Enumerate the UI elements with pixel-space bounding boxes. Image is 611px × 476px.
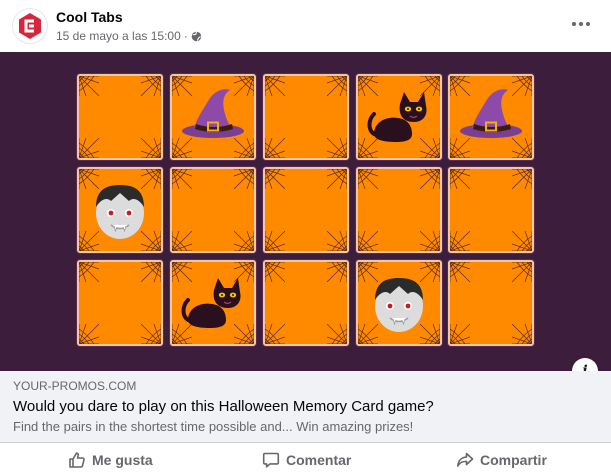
spider-web-icon (265, 231, 285, 251)
spider-web-icon (265, 76, 285, 96)
black-cat-icon (367, 92, 427, 142)
link-preview[interactable]: YOUR-PROMOS.COM Would you dare to play o… (0, 371, 611, 442)
spider-web-icon (512, 169, 532, 189)
spider-web-icon (327, 138, 347, 158)
spider-web-icon (327, 231, 347, 251)
spider-web-icon (327, 76, 347, 96)
vampire-icon (96, 185, 144, 239)
post-meta: 15 de mayo a las 15:00 · (56, 29, 202, 43)
spider-web-icon (420, 231, 440, 251)
cool-tabs-logo-icon (19, 13, 41, 39)
spider-web-icon (172, 169, 192, 189)
spider-web-icon (79, 324, 99, 344)
share-arrow-icon (457, 452, 474, 467)
page-avatar[interactable] (12, 8, 48, 44)
spider-web-icon (265, 262, 285, 282)
spider-web-icon (450, 231, 470, 251)
spider-web-icon (141, 76, 161, 96)
black-cat-icon (181, 278, 241, 328)
spider-web-icon (265, 169, 285, 189)
share-label: Compartir (480, 452, 547, 468)
spider-web-icon (358, 231, 378, 251)
link-description: Find the pairs in the shortest time poss… (13, 419, 414, 434)
spider-web-icon (327, 324, 347, 344)
spider-web-icon (265, 138, 285, 158)
spider-web-icon (234, 169, 254, 189)
comment-button[interactable]: Comentar (262, 443, 351, 476)
memory-card-3-5[interactable] (448, 260, 534, 346)
comment-icon (262, 452, 280, 468)
thumbs-up-icon (69, 452, 85, 468)
meta-separator: · (183, 29, 188, 43)
post-header: Cool Tabs 15 de mayo a las 15:00 · (0, 0, 611, 52)
spider-web-icon (327, 169, 347, 189)
globe-icon[interactable] (191, 31, 202, 42)
memory-card-3-4[interactable] (356, 260, 442, 346)
vampire-icon (375, 278, 423, 332)
spider-web-icon (420, 169, 440, 189)
spider-web-icon (450, 262, 470, 282)
spider-web-icon (79, 262, 99, 282)
spider-web-icon (512, 262, 532, 282)
witch-hat-icon (182, 89, 244, 138)
like-label: Me gusta (92, 452, 153, 468)
memory-card-3-3[interactable] (263, 260, 349, 346)
spider-web-icon (327, 262, 347, 282)
more-dot (579, 22, 583, 26)
link-domain: YOUR-PROMOS.COM (13, 379, 137, 393)
spider-web-icon (512, 324, 532, 344)
spider-web-icon (358, 169, 378, 189)
witch-hat-icon (460, 89, 522, 138)
spider-web-icon (79, 138, 99, 158)
spider-web-icon (450, 324, 470, 344)
memory-game-image[interactable] (0, 52, 611, 371)
memory-card-1-4[interactable] (356, 74, 442, 160)
share-button[interactable]: Compartir (456, 443, 547, 476)
memory-card-1-3[interactable] (263, 74, 349, 160)
spider-web-icon (141, 138, 161, 158)
like-button[interactable]: Me gusta (68, 443, 153, 476)
memory-card-1-2[interactable] (170, 74, 256, 160)
memory-card-2-3[interactable] (263, 167, 349, 253)
memory-card-2-2[interactable] (170, 167, 256, 253)
comment-label: Comentar (286, 452, 352, 468)
memory-card-3-2[interactable] (170, 260, 256, 346)
memory-card-2-1[interactable] (77, 167, 163, 253)
link-title[interactable]: Would you dare to play on this Halloween… (13, 398, 434, 415)
more-options-button[interactable] (565, 10, 597, 38)
spider-web-icon (265, 324, 285, 344)
memory-card-2-5[interactable] (448, 167, 534, 253)
spider-web-icon (234, 231, 254, 251)
memory-card-3-1[interactable] (77, 260, 163, 346)
spider-web-icon (141, 324, 161, 344)
spider-web-icon (172, 231, 192, 251)
spider-web-icon (141, 262, 161, 282)
post-timestamp[interactable]: 15 de mayo a las 15:00 (56, 29, 181, 43)
post-actions-bar: Me gusta Comentar Compartir (0, 442, 611, 476)
more-dots-icon (572, 22, 576, 26)
more-dot (586, 22, 590, 26)
page-name-link[interactable]: Cool Tabs (56, 9, 123, 25)
spider-web-icon (450, 169, 470, 189)
spider-web-icon (512, 231, 532, 251)
memory-card-1-5[interactable] (448, 74, 534, 160)
spider-web-icon (79, 76, 99, 96)
memory-card-2-4[interactable] (356, 167, 442, 253)
memory-card-1-1[interactable] (77, 74, 163, 160)
